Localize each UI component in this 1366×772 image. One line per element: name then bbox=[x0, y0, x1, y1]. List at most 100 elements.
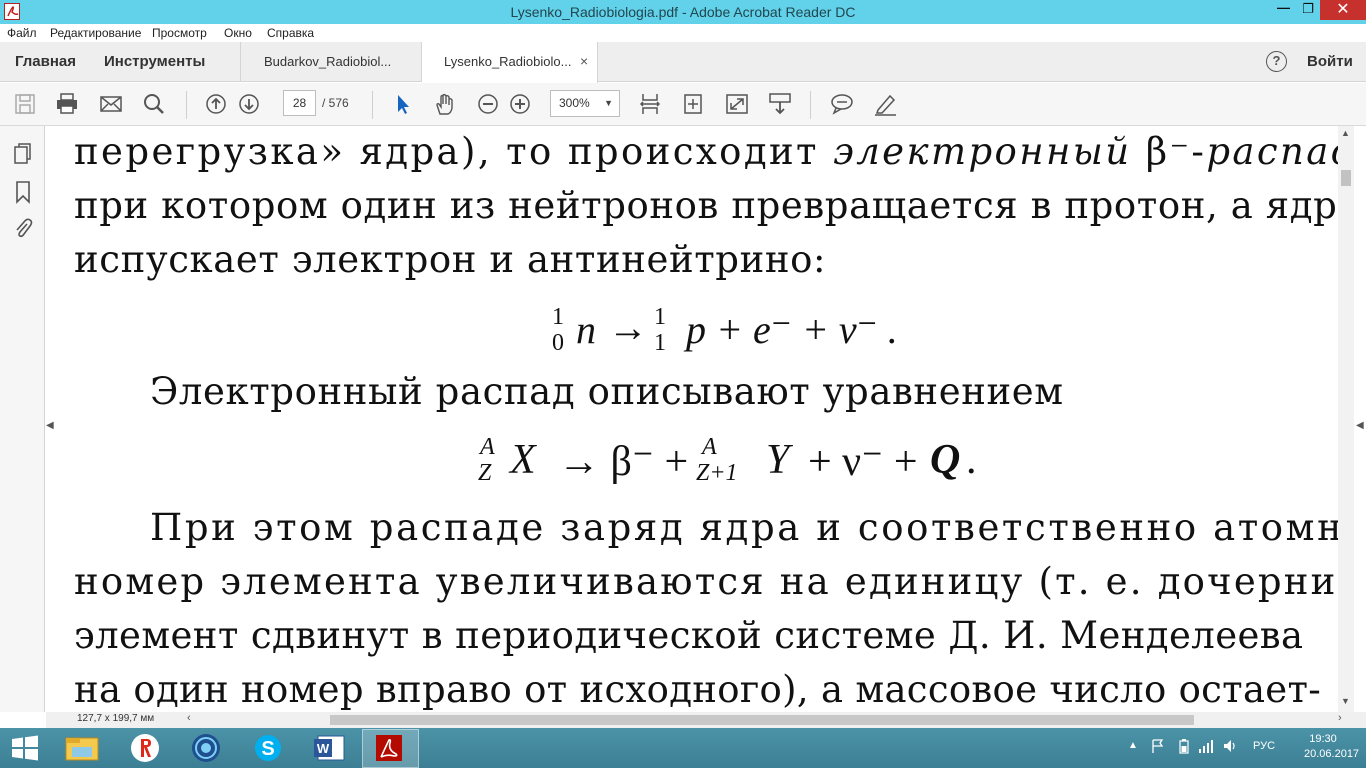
network-signal-icon[interactable] bbox=[1198, 738, 1214, 757]
period: . bbox=[966, 437, 977, 483]
arrow-symbol: → bbox=[608, 305, 648, 350]
document-tab[interactable]: Budarkov_Radiobiol... bbox=[240, 42, 422, 82]
charge-number: 1 bbox=[654, 330, 666, 356]
expand-right-panel-icon[interactable]: ◀ bbox=[1356, 420, 1364, 431]
volume-icon[interactable] bbox=[1222, 738, 1238, 757]
bookmark-icon[interactable] bbox=[12, 180, 34, 204]
status-bar: 127,7 x 199,7 мм ‹ › bbox=[46, 712, 1366, 728]
maximize-button[interactable]: ❐ bbox=[1296, 0, 1320, 20]
attachment-icon[interactable] bbox=[12, 216, 34, 240]
page-number-input[interactable]: 28 bbox=[283, 90, 316, 116]
save-icon[interactable] bbox=[12, 92, 38, 116]
window-title: Lysenko_Radiobiologia.pdf - Adobe Acroba… bbox=[510, 4, 856, 20]
proton-symbol: p bbox=[686, 307, 706, 352]
minimize-button[interactable]: — bbox=[1271, 0, 1296, 20]
charge-number: Z+1 bbox=[696, 460, 738, 486]
text-line-1: перегрузка» ядра), то происходит электро… bbox=[74, 130, 1338, 173]
rotate-view-icon[interactable] bbox=[680, 92, 706, 116]
horizontal-scroll-thumb[interactable] bbox=[330, 715, 1194, 725]
page-total: / 576 bbox=[322, 96, 349, 110]
navigation-panel bbox=[0, 126, 45, 712]
sign-in-link[interactable]: Войти bbox=[1307, 53, 1353, 70]
zoom-level-select[interactable]: 300% ▼ bbox=[550, 90, 620, 117]
toolbar-divider bbox=[186, 91, 187, 119]
browser-globe-icon[interactable] bbox=[178, 729, 235, 768]
show-hidden-icons[interactable]: ▲ bbox=[1128, 740, 1138, 751]
mass-number: 1 bbox=[654, 304, 666, 330]
menu-help[interactable]: Справка bbox=[267, 26, 314, 40]
chevron-down-icon: ▼ bbox=[604, 98, 613, 108]
tab-bar: Главная Инструменты Budarkov_Radiobiol..… bbox=[0, 42, 1366, 83]
svg-text:W: W bbox=[317, 741, 330, 756]
menu-bar: Файл Редактирование Просмотр Окно Справк… bbox=[0, 24, 1366, 42]
windows-start-icon[interactable] bbox=[0, 729, 50, 768]
scroll-mode-icon[interactable] bbox=[767, 92, 793, 116]
charge-number: Z bbox=[478, 460, 492, 486]
vertical-scrollbar[interactable]: ▲ ▼ bbox=[1338, 126, 1354, 712]
mass-number: 1 bbox=[552, 304, 564, 330]
document-tab-label: Budarkov_Radiobiol... bbox=[264, 54, 392, 69]
close-button[interactable]: ✕ bbox=[1320, 0, 1366, 20]
battery-icon[interactable] bbox=[1179, 738, 1189, 757]
search-icon[interactable] bbox=[141, 92, 167, 116]
text-fragment: перегрузка» ядра), то происходит bbox=[74, 130, 834, 173]
document-tab-label: Lysenko_Radiobiolo... bbox=[444, 54, 572, 69]
equation-remainder: + ν⁻ + bbox=[808, 439, 918, 485]
mass-number: A bbox=[480, 434, 495, 460]
scroll-right-icon[interactable]: › bbox=[1338, 712, 1342, 724]
equation-remainder: + e⁻ + ν⁻ . bbox=[716, 307, 898, 352]
charge-number: 0 bbox=[552, 330, 564, 356]
comment-icon[interactable] bbox=[829, 92, 855, 116]
system-clock[interactable]: 19:30 20.06.2017 bbox=[1304, 732, 1360, 762]
skype-icon[interactable]: S bbox=[240, 729, 297, 768]
scroll-thumb[interactable] bbox=[1341, 170, 1351, 186]
zoom-in-icon[interactable] bbox=[507, 92, 533, 116]
scroll-up-icon[interactable]: ▲ bbox=[1341, 128, 1350, 138]
text-line-8: на один номер вправо от исходного), а ма… bbox=[74, 668, 1322, 711]
keyboard-language[interactable]: РУС bbox=[1253, 740, 1275, 752]
clock-date: 20.06.2017 bbox=[1304, 748, 1360, 760]
zoom-level-value: 300% bbox=[559, 96, 590, 110]
home-tab[interactable]: Главная bbox=[15, 53, 76, 70]
menu-window[interactable]: Окно bbox=[224, 26, 252, 40]
tools-tab[interactable]: Инструменты bbox=[104, 53, 205, 70]
scroll-left-icon[interactable]: ‹ bbox=[187, 712, 191, 724]
toolbar-divider bbox=[810, 91, 811, 119]
highlight-pen-icon[interactable] bbox=[872, 92, 898, 116]
daughter-nucleus-symbol: Y bbox=[766, 437, 790, 483]
mail-icon[interactable] bbox=[98, 92, 124, 116]
svg-text:S: S bbox=[261, 738, 274, 760]
yandex-browser-icon[interactable] bbox=[117, 729, 174, 768]
collapse-left-panel-icon[interactable]: ◀ bbox=[46, 420, 54, 431]
help-icon[interactable]: ? bbox=[1266, 51, 1287, 72]
document-tab-active[interactable]: Lysenko_Radiobiolo... × bbox=[422, 42, 598, 83]
toolbar-divider bbox=[372, 91, 373, 119]
neutron-symbol: n bbox=[576, 307, 596, 352]
title-bar: Lysenko_Radiobiologia.pdf - Adobe Acroba… bbox=[0, 0, 1366, 24]
full-screen-icon[interactable] bbox=[724, 92, 750, 116]
menu-view[interactable]: Просмотр bbox=[152, 26, 207, 40]
zoom-out-icon[interactable] bbox=[475, 92, 501, 116]
hand-tool-icon[interactable] bbox=[432, 92, 458, 116]
scroll-down-icon[interactable]: ▼ bbox=[1341, 696, 1350, 706]
menu-edit[interactable]: Редактирование bbox=[50, 26, 141, 40]
mass-number: A bbox=[702, 434, 717, 460]
equation-middle: → β⁻ + bbox=[558, 439, 689, 485]
close-tab-icon[interactable]: × bbox=[580, 53, 588, 69]
text-fragment-italic: распад, bbox=[1206, 130, 1338, 173]
word-icon[interactable]: W bbox=[302, 729, 359, 768]
file-explorer-icon[interactable] bbox=[54, 729, 111, 768]
next-page-icon[interactable] bbox=[236, 92, 262, 116]
action-center-flag-icon[interactable] bbox=[1150, 738, 1166, 757]
text-fragment-italic: электронный bbox=[833, 130, 1132, 173]
fit-page-icon[interactable] bbox=[637, 92, 663, 116]
acrobat-reader-task-icon[interactable] bbox=[362, 729, 419, 768]
clock-time: 19:30 bbox=[1309, 733, 1337, 745]
select-cursor-icon[interactable] bbox=[390, 92, 416, 116]
taskbar: S W ▲ РУС 19:30 20.06.2017 bbox=[0, 728, 1366, 768]
print-icon[interactable] bbox=[54, 92, 80, 116]
page-thumbnails-icon[interactable] bbox=[12, 142, 34, 166]
previous-page-icon[interactable] bbox=[203, 92, 229, 116]
document-page: перегрузка» ядра), то происходит электро… bbox=[58, 126, 1338, 712]
menu-file[interactable]: Файл bbox=[7, 26, 37, 40]
